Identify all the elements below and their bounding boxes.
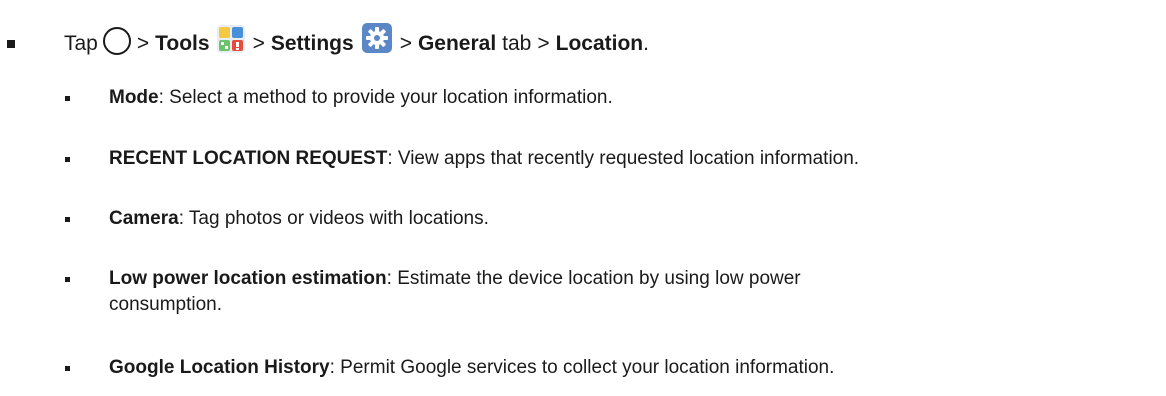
period-text: .: [643, 32, 649, 55]
item-title: Mode: [109, 87, 159, 108]
item-title: Camera: [109, 208, 179, 229]
separator: >: [537, 32, 550, 55]
square-bullet-icon: [65, 96, 70, 101]
list-item-text: Low power location estimation: Estimate …: [109, 266, 1159, 318]
tab-text: tab: [502, 32, 532, 55]
item-description: : View apps that recently requested loca…: [387, 148, 860, 169]
instruction-line: Tap > Tools > Settings > General tab > L…: [64, 22, 649, 66]
list-item-text: Mode: Select a method to provide your lo…: [109, 85, 1159, 111]
separator: >: [136, 32, 150, 55]
item-title: RECENT LOCATION REQUEST: [109, 148, 388, 169]
home-circle-icon: [102, 27, 131, 55]
item-description: : Select a method to provide your locati…: [158, 87, 613, 108]
tools-label: Tools: [155, 32, 210, 55]
item-description: : Tag photos or videos with locations.: [178, 208, 489, 229]
item-title: Low power location estimation: [109, 268, 387, 289]
general-label: General: [417, 32, 497, 55]
location-label: Location: [555, 32, 644, 55]
settings-label: Settings: [270, 32, 354, 55]
square-bullet-icon: [65, 217, 70, 222]
list-item-text: RECENT LOCATION REQUEST: View apps that …: [109, 146, 1159, 172]
settings-gear-icon: [361, 23, 392, 53]
square-bullet-icon: [65, 277, 70, 282]
item-title: Google Location History: [109, 357, 330, 378]
separator: >: [252, 32, 265, 55]
tap-text: Tap: [64, 32, 98, 55]
main-instruction: Tap > Tools > Settings > General tab > L…: [0, 0, 1166, 80]
square-bullet-icon: [65, 157, 70, 162]
tools-folder-icon: [216, 25, 245, 53]
item-description: : Permit Google services to collect your…: [329, 357, 835, 378]
item-description-continued: consumption.: [109, 294, 223, 315]
square-bullet-icon: [7, 40, 15, 48]
square-bullet-icon: [65, 366, 70, 371]
list-item-text: Camera: Tag photos or videos with locati…: [109, 206, 1159, 232]
separator: >: [399, 32, 412, 55]
list-item-text: Google Location History: Permit Google s…: [109, 355, 1159, 381]
item-description: : Estimate the device location by using …: [386, 268, 801, 289]
